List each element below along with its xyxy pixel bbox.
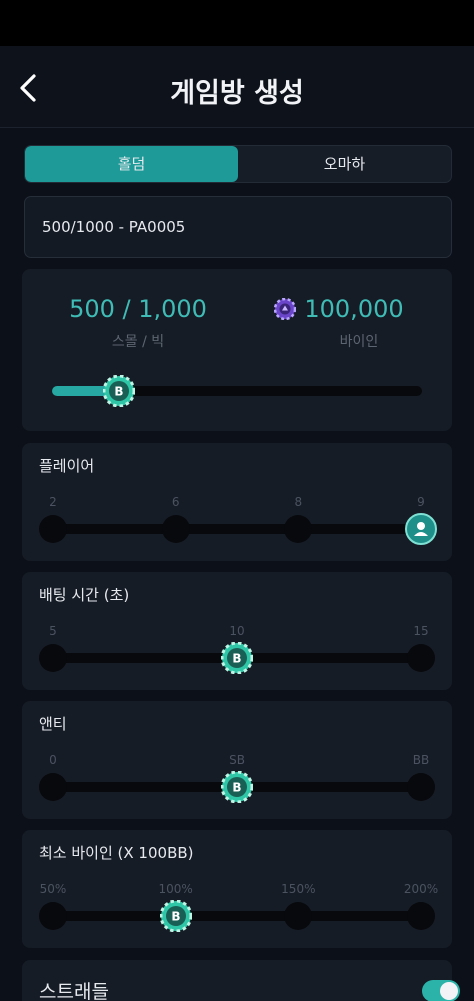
- buyin-value: 100,000: [304, 295, 404, 323]
- blinds-label: 스몰 / 빅: [111, 334, 165, 350]
- page-title: 게임방 생성: [170, 78, 304, 109]
- tick-label: 200%: [403, 882, 439, 896]
- slider-stop[interactable]: [39, 773, 67, 801]
- game-type-tabs: 홀덤 오마하: [24, 145, 452, 183]
- svg-text:B: B: [114, 385, 123, 399]
- user-icon: [405, 513, 437, 545]
- svg-text:B: B: [232, 781, 241, 795]
- svg-text:B: B: [232, 652, 241, 666]
- ante-label: 앤티: [39, 715, 67, 733]
- chip-b-icon: B: [220, 641, 254, 675]
- blinds-value: 500 / 1,000: [69, 295, 207, 323]
- ante-card: 앤티 0 SB B BB: [22, 701, 452, 819]
- tick-label: 8: [294, 495, 303, 509]
- stakes-slider-knob[interactable]: B: [102, 374, 136, 408]
- straddle-toggle[interactable]: [422, 980, 460, 1001]
- tick-label: 15: [413, 624, 429, 638]
- chip-b-icon: B: [102, 374, 136, 408]
- slider-stop[interactable]: [407, 644, 435, 672]
- tick-label: SB: [229, 753, 245, 767]
- tick-label: 5: [49, 624, 57, 638]
- chip-b-icon: B: [220, 770, 254, 804]
- min-buyin-slider-knob[interactable]: B: [159, 899, 193, 933]
- slider-stop[interactable]: [39, 515, 67, 543]
- tab-omaha[interactable]: 오마하: [238, 146, 451, 182]
- straddle-label: 스트래들: [39, 981, 109, 1001]
- tick-label: 2: [49, 495, 57, 509]
- svg-text:B: B: [171, 910, 180, 924]
- tick-label: 150%: [281, 882, 316, 896]
- app-header: 게임방 생성: [0, 46, 474, 128]
- stakes-card: 500 / 1,000 스몰 / 빅 100,000 바이인 B: [22, 269, 452, 431]
- players-slider-track[interactable]: [53, 524, 421, 534]
- bet-time-label: 배팅 시간 (초): [39, 586, 130, 604]
- players-label: 플레이어: [39, 457, 95, 475]
- min-buyin-card: 최소 바이인 (X 100BB) 50% 100% B 150% 200%: [22, 830, 452, 948]
- bet-time-card: 배팅 시간 (초) 5 10 B 15: [22, 572, 452, 690]
- slider-stop[interactable]: [407, 902, 435, 930]
- slider-stop[interactable]: [39, 644, 67, 672]
- slider-stop[interactable]: [284, 515, 313, 543]
- tick-label: 100%: [158, 882, 193, 896]
- min-buyin-slider-track[interactable]: [53, 911, 421, 921]
- buyin-display: 100,000: [254, 295, 424, 323]
- tab-holdem[interactable]: 홀덤: [25, 146, 238, 182]
- min-buyin-label: 최소 바이인 (X 100BB): [39, 844, 194, 862]
- tick-label: 10: [229, 624, 245, 638]
- slider-stop[interactable]: [407, 773, 435, 801]
- tick-label: 50%: [39, 882, 67, 896]
- slider-stop[interactable]: [39, 902, 67, 930]
- players-slider-knob[interactable]: [405, 513, 437, 545]
- slider-stop[interactable]: [284, 902, 313, 930]
- blind-level-select[interactable]: 500/1000 - PA0005: [24, 196, 452, 258]
- buyin-label: 바이인: [339, 334, 379, 350]
- poker-chip-icon: [274, 298, 297, 320]
- tick-label: 6: [171, 495, 180, 509]
- tick-label: BB: [412, 753, 430, 767]
- ante-slider-knob[interactable]: B: [220, 770, 254, 804]
- status-bar: [0, 0, 474, 46]
- toggle-knob: [440, 982, 458, 1000]
- tick-label: 0: [49, 753, 57, 767]
- chip-b-icon: B: [159, 899, 193, 933]
- slider-stop[interactable]: [161, 515, 190, 543]
- players-card: 플레이어 2 6 8 9: [22, 443, 452, 561]
- straddle-card: 스트래들: [22, 960, 460, 1001]
- bet-time-slider-knob[interactable]: B: [220, 641, 254, 675]
- tick-label: 9: [417, 495, 425, 509]
